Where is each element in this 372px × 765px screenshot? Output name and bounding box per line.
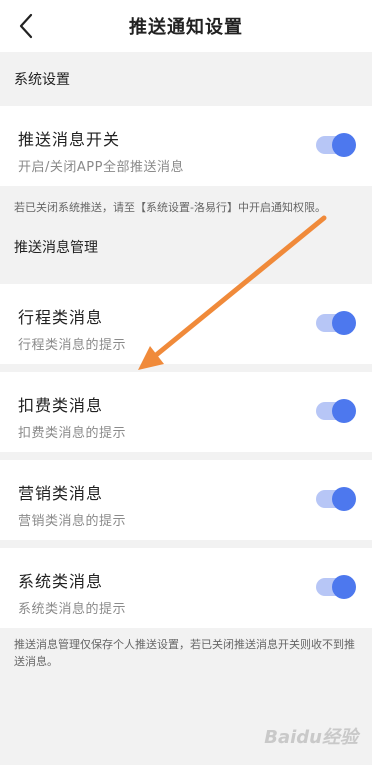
row-description: 营销类消息的提示 (18, 514, 127, 529)
row-charge-messages[interactable]: 扣费类消息 扣费类消息的提示 (0, 372, 372, 452)
row-marketing-messages[interactable]: 营销类消息 营销类消息的提示 (0, 460, 372, 540)
page-title: 推送通知设置 (129, 17, 243, 38)
toggle-knob (332, 311, 356, 335)
back-chevron-icon[interactable] (8, 8, 44, 44)
row-title: 营销类消息 (18, 484, 104, 503)
row-title: 扣费类消息 (18, 396, 104, 415)
row-trip-messages[interactable]: 行程类消息 行程类消息的提示 (0, 284, 372, 364)
system-messages-toggle[interactable] (316, 575, 356, 599)
manage-note: 推送消息管理仅保存个人推送设置，若已关闭推送消息开关则收不到推送消息。 (14, 638, 355, 668)
charge-messages-toggle[interactable] (316, 399, 356, 423)
row-description: 扣费类消息的提示 (18, 426, 127, 441)
row-title: 系统类消息 (18, 572, 104, 591)
toggle-knob (332, 487, 356, 511)
row-system-messages[interactable]: 系统类消息 系统类消息的提示 (0, 548, 372, 628)
navigation-bar: 推送通知设置 (0, 0, 372, 52)
row-description: 开启/关闭APP全部推送消息 (18, 160, 184, 175)
system-push-note: 若已关闭系统推送，请至【系统设置-洛易行】中开启通知权限。 (14, 200, 326, 214)
toggle-knob (332, 399, 356, 423)
marketing-messages-toggle[interactable] (316, 487, 356, 511)
row-description: 系统类消息的提示 (18, 602, 127, 617)
toggle-knob (332, 133, 356, 157)
toggle-knob (332, 575, 356, 599)
row-push-master-switch[interactable]: 推送消息开关 开启/关闭APP全部推送消息 (0, 106, 372, 186)
row-title: 行程类消息 (18, 308, 104, 327)
section-title-manage: 推送消息管理 (14, 240, 98, 256)
watermark: Baidu经验 (264, 727, 358, 748)
row-description: 行程类消息的提示 (18, 338, 127, 353)
section-title-system: 系统设置 (14, 72, 70, 88)
push-master-toggle[interactable] (316, 133, 356, 157)
row-title: 推送消息开关 (18, 130, 121, 149)
trip-messages-toggle[interactable] (316, 311, 356, 335)
